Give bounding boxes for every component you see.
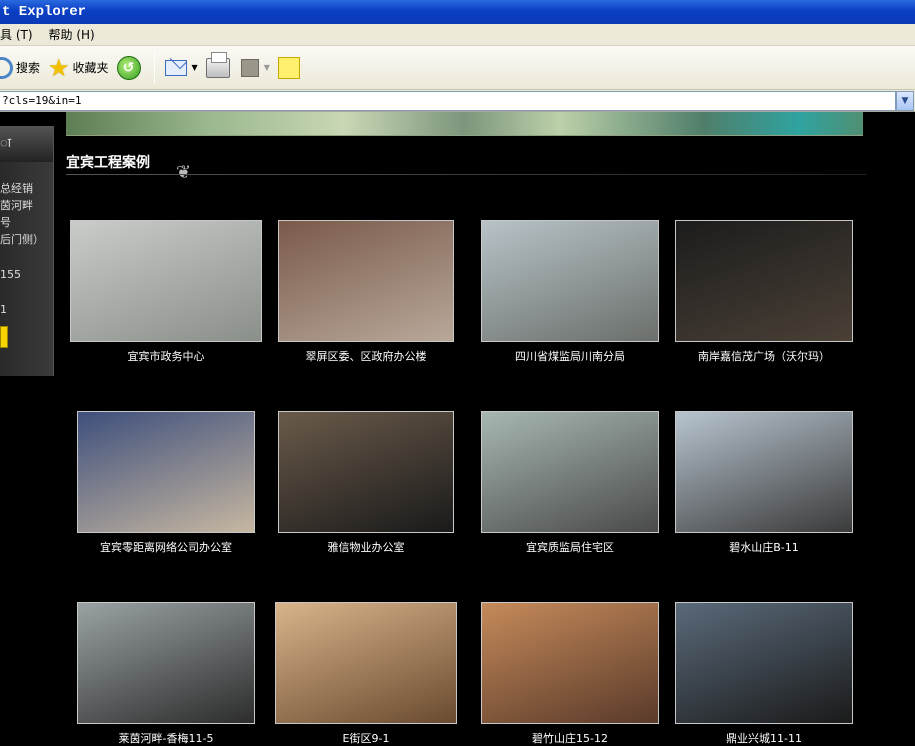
notes-button[interactable] [274, 50, 307, 86]
menu-tools[interactable]: 具 (T) [0, 24, 41, 45]
case-item[interactable]: 四川省煤监局川南分局 [470, 220, 670, 364]
case-item[interactable]: 碧水山庄B-11 [664, 411, 864, 555]
toolbar-separator [153, 51, 155, 84]
mail-icon [164, 59, 187, 76]
favorites-button[interactable]: ★ 收藏夹 [44, 50, 113, 86]
sidebar-text: 总经销 [0, 182, 33, 195]
history-button[interactable]: ↺ [113, 50, 148, 86]
case-thumbnail[interactable] [77, 602, 255, 724]
address-dropdown-button[interactable]: ▼ [896, 91, 914, 111]
menu-bar: 具 (T) 帮助 (H) [0, 24, 915, 46]
chevron-down-icon: ▼ [901, 96, 909, 106]
sidebar-header: ा [0, 126, 53, 162]
sidebar-text: 后门侧） [0, 233, 44, 246]
case-caption[interactable]: 南岸嘉信茂广场（沃尔玛） [664, 348, 864, 364]
case-thumbnail[interactable] [70, 220, 262, 342]
edit-icon [240, 58, 259, 77]
case-thumbnail[interactable] [481, 220, 659, 342]
case-item[interactable]: 莱茵河畔-香梅11-5 [66, 602, 266, 746]
sidebar-text: 155 [0, 268, 21, 281]
dropdown-arrow-icon: ▼ [191, 63, 198, 72]
left-sidebar: ा 总经销 茵河畔 号 后门侧） 155 1 [0, 126, 54, 376]
sidebar-yellow-button[interactable] [0, 326, 8, 348]
case-thumbnail[interactable] [675, 411, 853, 533]
case-caption[interactable]: 宜宾市政务中心 [66, 348, 266, 364]
case-thumbnail[interactable] [675, 220, 853, 342]
case-item[interactable]: 碧竹山庄15-12 [470, 602, 670, 746]
history-icon: ↺ [116, 55, 141, 80]
case-thumbnail[interactable] [481, 411, 659, 533]
case-item[interactable]: 宜宾零距离网络公司办公室 [66, 411, 266, 555]
search-label: 搜索 [16, 61, 41, 75]
window-titlebar: t Explorer [0, 0, 915, 24]
case-thumbnail[interactable] [481, 602, 659, 724]
leaf-ornament-icon: ❦ [176, 162, 192, 183]
case-caption[interactable]: 莱茵河畔-香梅11-5 [66, 730, 266, 746]
case-caption[interactable]: 雅信物业办公室 [266, 539, 466, 555]
case-item[interactable]: 南岸嘉信茂广场（沃尔玛） [664, 220, 864, 364]
case-caption[interactable]: 翠屏区委、区政府办公楼 [266, 348, 466, 364]
edit-button[interactable]: ▼ [237, 50, 274, 86]
case-item[interactable]: 翠屏区委、区政府办公楼 [266, 220, 466, 364]
search-button[interactable]: 搜索 [0, 50, 44, 86]
search-icon [0, 56, 13, 79]
print-button[interactable] [202, 50, 237, 86]
note-icon [277, 56, 300, 79]
case-caption[interactable]: 四川省煤监局川南分局 [470, 348, 670, 364]
case-item[interactable]: 宜宾质监局住宅区 [470, 411, 670, 555]
address-bar: ?cls=19&in=1 ▼ [0, 90, 915, 112]
sidebar-text: 茵河畔 [0, 199, 33, 212]
printer-icon [205, 51, 230, 78]
window-title: t Explorer [2, 4, 87, 20]
case-caption[interactable]: 碧竹山庄15-12 [470, 730, 670, 746]
case-caption[interactable]: 宜宾质监局住宅区 [470, 539, 670, 555]
case-item[interactable]: E街区9-1 [266, 602, 466, 746]
header-banner-image [66, 112, 863, 136]
case-thumbnail[interactable] [278, 220, 454, 342]
title-divider [66, 174, 866, 175]
case-thumbnail[interactable] [77, 411, 255, 533]
case-item[interactable]: 宜宾市政务中心 [66, 220, 266, 364]
address-input[interactable]: ?cls=19&in=1 [0, 91, 896, 111]
case-caption[interactable]: E街区9-1 [266, 730, 466, 746]
favorites-label: 收藏夹 [72, 61, 109, 75]
star-icon: ★ [48, 53, 70, 82]
case-caption[interactable]: 鼎业兴城11-11 [664, 730, 864, 746]
sidebar-text: 号 [0, 216, 11, 229]
page-content: ा 总经销 茵河畔 号 后门侧） 155 1 宜宾工程案例 ❦ 宜宾市政务中心 … [0, 112, 915, 746]
case-caption[interactable]: 宜宾零距离网络公司办公室 [66, 539, 266, 555]
toolbar: 搜索 ★ 收藏夹 ↺ ▼ ▼ [0, 46, 915, 90]
case-thumbnail[interactable] [275, 602, 457, 724]
dropdown-arrow-icon: ▼ [263, 63, 270, 72]
menu-help[interactable]: 帮助 (H) [41, 24, 103, 45]
case-item[interactable]: 雅信物业办公室 [266, 411, 466, 555]
case-thumbnail[interactable] [675, 602, 853, 724]
sidebar-text: 1 [0, 303, 7, 316]
mail-button[interactable]: ▼ [161, 50, 202, 86]
case-thumbnail[interactable] [278, 411, 454, 533]
case-item[interactable]: 鼎业兴城11-11 [664, 602, 864, 746]
page-title: 宜宾工程案例 [66, 155, 150, 171]
case-caption[interactable]: 碧水山庄B-11 [664, 539, 864, 555]
